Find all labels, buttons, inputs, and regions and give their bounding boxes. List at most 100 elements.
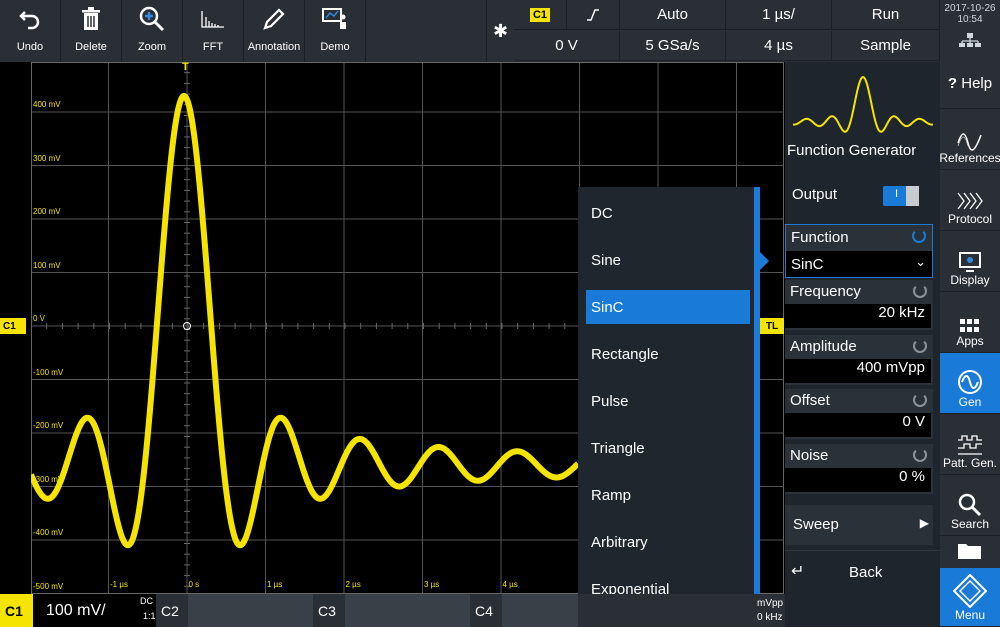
timebase[interactable]: 1 µs/ (726, 0, 832, 30)
y-tick-label: 0 V (33, 314, 46, 323)
fft-label: FFT (202, 41, 224, 53)
trigger-level[interactable]: 0 V (514, 31, 620, 61)
reset-icon[interactable] (912, 229, 926, 243)
noise-value[interactable]: 0 % (785, 468, 931, 492)
function-select[interactable]: SinC ⌄ (786, 251, 932, 277)
right-sidebar: ? Help References Protocol Display Apps … (939, 62, 1000, 627)
amplitude-value[interactable]: 400 mVpp (785, 359, 931, 383)
function-option-ramp[interactable]: Ramp (578, 472, 754, 519)
demo-button[interactable]: Demo (305, 0, 366, 62)
y-tick-label: -500 mV (33, 581, 64, 591)
trigger-level-marker[interactable]: TL (760, 318, 784, 334)
function-row[interactable]: Function SinC ⌄ (785, 224, 933, 278)
y-tick-label: -100 mV (33, 367, 64, 377)
reset-icon[interactable] (913, 284, 927, 298)
delete-button[interactable]: Delete (61, 0, 122, 62)
settings-button[interactable]: ✱ (486, 0, 514, 62)
help-text: Help (961, 74, 993, 92)
noise-row[interactable]: Noise 0 % (785, 444, 933, 494)
undo-icon (19, 0, 41, 38)
frequency-row[interactable]: Frequency 20 kHz (785, 280, 933, 330)
run-button[interactable]: Run (832, 0, 940, 30)
channel-c1-tab[interactable]: C1 (0, 594, 33, 627)
trigger-source[interactable]: C1 (514, 0, 567, 30)
back-button[interactable]: ↵ Back (785, 550, 940, 595)
function-generator-panel: Function Generator Output I Function Sin… (785, 62, 940, 627)
reset-icon[interactable] (913, 393, 927, 407)
function-option-arbitrary[interactable]: Arbitrary (578, 519, 754, 566)
function-label: Function (791, 229, 849, 246)
acquisition-mode[interactable]: Sample (832, 31, 940, 61)
c4-scale-area[interactable] (502, 594, 578, 627)
reset-icon[interactable] (913, 448, 927, 462)
channel-c3-tab[interactable]: C3 (313, 594, 345, 627)
sidebar-item-protocol[interactable]: Protocol (940, 170, 1000, 231)
clock-date: 2017-10-26 (944, 3, 996, 14)
c2-scale-area[interactable] (188, 594, 313, 627)
pencil-icon (262, 0, 286, 38)
zoom-button[interactable]: Zoom (122, 0, 183, 62)
fft-button[interactable]: FFT (183, 0, 244, 62)
amplitude-label: Amplitude (790, 338, 857, 355)
x-tick-label: 2 µs (345, 580, 361, 589)
display-icon (959, 252, 981, 272)
channel-c2-tab[interactable]: C2 (156, 594, 188, 627)
c1-scale[interactable]: 100 mV/ (33, 594, 156, 627)
c3-scale-area[interactable] (345, 594, 470, 627)
sidebar-item-patt-gen[interactable]: Patt. Gen. (940, 414, 1000, 475)
sidebar-label: Search (950, 517, 990, 531)
rising-edge-icon (587, 8, 599, 21)
output-toggle[interactable]: I (883, 186, 919, 206)
sidebar-label: Gen (958, 395, 982, 409)
channel-c4-tab[interactable]: C4 (470, 594, 502, 627)
offset-row[interactable]: Offset 0 V (785, 389, 933, 439)
zoom-icon (139, 0, 165, 38)
function-option-sinc[interactable]: SinC (586, 290, 750, 324)
function-option-triangle[interactable]: Triangle (578, 425, 754, 472)
x-tick-label: -1 µs (110, 580, 128, 589)
sidebar-item-menu[interactable]: Menu (940, 568, 1000, 627)
gear-icon: ✱ (492, 20, 509, 41)
reset-icon[interactable] (913, 339, 927, 353)
function-option-rectangle[interactable]: Rectangle (578, 331, 754, 378)
x-tick-label: 0 s (188, 580, 200, 589)
undo-button[interactable]: Undo (0, 0, 61, 62)
function-option-dc[interactable]: DC (578, 190, 754, 237)
help-button[interactable]: ? Help (940, 62, 1000, 109)
sidebar-item-references[interactable]: References (939, 109, 1000, 170)
sweep-row[interactable]: Sweep ▶ (785, 505, 933, 545)
output-row: Output I (785, 174, 933, 218)
sample-rate[interactable]: 5 GSa/s (620, 31, 726, 61)
channel-offset-marker[interactable]: C1 (0, 318, 26, 334)
c1-ratio: 1:1 (143, 611, 156, 621)
toggle-state: I (895, 188, 899, 200)
record-length[interactable]: 4 µs (726, 31, 832, 61)
trigger-mode[interactable]: Auto (620, 0, 726, 30)
y-tick-label: -300 mV (33, 474, 64, 484)
function-option-sine[interactable]: Sine (578, 237, 754, 284)
pattern-generator-icon (958, 435, 982, 455)
frequency-value[interactable]: 20 kHz (785, 304, 931, 328)
trigger-slope[interactable] (567, 0, 620, 30)
trigger-position-marker[interactable]: T (182, 61, 189, 73)
apps-icon (960, 319, 979, 332)
sidebar-item-gen[interactable]: Gen (940, 353, 1000, 414)
delete-label: Delete (75, 41, 107, 53)
folder-button[interactable] (940, 536, 1000, 566)
function-option-pulse[interactable]: Pulse (578, 378, 754, 425)
sidebar-item-search[interactable]: Search (940, 475, 1000, 536)
back-label: Back (849, 564, 883, 581)
sidebar-item-apps[interactable]: Apps (940, 292, 1000, 353)
question-icon: ? (947, 74, 958, 92)
annotation-button[interactable]: Annotation (244, 0, 305, 62)
y-tick-label: 100 mV (33, 260, 61, 270)
x-tick-label: 3 µs (424, 580, 440, 589)
amplitude-row[interactable]: Amplitude 400 mVpp (785, 335, 933, 385)
sidebar-label: Protocol (947, 212, 993, 226)
function-dropdown[interactable]: DC Sine SinC Rectangle Pulse Triangle Ramp Arbi… (578, 187, 754, 627)
undo-label: Undo (16, 41, 44, 53)
sidebar-item-display[interactable]: Display (940, 231, 1000, 292)
acquisition-bar: C1 Auto 1 µs/ Run 0 V 5 GSa/s 4 µs Sampl… (514, 0, 940, 62)
toggle-knob (906, 186, 919, 206)
offset-value[interactable]: 0 V (785, 413, 931, 437)
